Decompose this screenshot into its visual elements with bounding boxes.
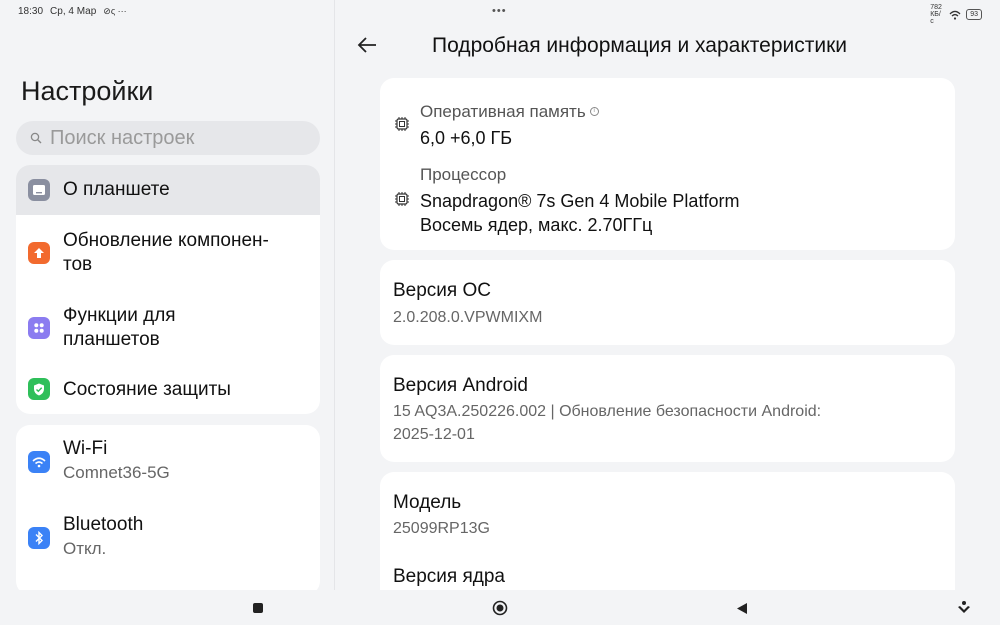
model-card: Модель 25099RP13G Версия ядра bbox=[380, 472, 955, 590]
settings-title: Настройки bbox=[21, 76, 154, 106]
multitask-dots-icon[interactable]: ••• bbox=[492, 5, 507, 17]
sidebar-group-device: О планшете Обновление компонен- тов Функ… bbox=[16, 165, 320, 414]
android-version-card[interactable]: Версия Android 15 AQ3A.250226.002 | Обно… bbox=[380, 355, 955, 462]
hide-nav-button[interactable] bbox=[954, 598, 974, 618]
info-icon[interactable]: i bbox=[589, 107, 599, 116]
ram-label: Оперативная память i bbox=[420, 102, 599, 122]
navigation-bar bbox=[0, 590, 1000, 625]
back-arrow-icon[interactable] bbox=[356, 34, 378, 56]
android-version-line2: 2025-12-01 bbox=[393, 426, 475, 443]
wifi-status-icon bbox=[949, 10, 961, 20]
home-button[interactable] bbox=[490, 598, 510, 618]
settings-sidebar: Настройки О планшете Обновление компонен… bbox=[0, 0, 334, 595]
android-version-label: Версия Android bbox=[393, 375, 528, 396]
ram-label-text: Оперативная память bbox=[420, 102, 586, 121]
square-icon bbox=[253, 603, 263, 613]
sidebar-item-about-tablet[interactable]: О планшете bbox=[16, 165, 320, 215]
shield-check-icon bbox=[28, 378, 50, 400]
search-icon bbox=[30, 132, 42, 144]
sidebar-item-text: Bluetooth Откл. bbox=[63, 513, 143, 561]
label-line2: тов bbox=[63, 254, 93, 275]
panel-divider bbox=[334, 0, 335, 590]
chevron-down-icon bbox=[958, 601, 970, 613]
os-version-card[interactable]: Версия ОС 2.0.208.0.VPWMIXM bbox=[380, 260, 955, 345]
net-speed: 782 КБ/с bbox=[930, 4, 942, 25]
cpu-value-line1: Snapdragon® 7s Gen 4 Mobile Platform bbox=[420, 191, 740, 211]
cpu-label: Процессор bbox=[420, 165, 507, 184]
sidebar-item-label: Состояние защиты bbox=[63, 379, 231, 400]
sidebar-item-protection[interactable]: Состояние защиты bbox=[16, 365, 320, 414]
sidebar-item-label: Обновление компонен- тов bbox=[63, 229, 269, 277]
label-line1: Функции для bbox=[63, 305, 176, 326]
update-arrow-icon bbox=[28, 242, 50, 264]
sidebar-item-tablet-features[interactable]: Функции для планшетов bbox=[16, 290, 320, 365]
battery-icon: 93 bbox=[966, 9, 982, 20]
sidebar-item-update[interactable]: Обновление компонен- тов bbox=[16, 215, 320, 290]
status-right: 782 КБ/с 93 bbox=[930, 4, 982, 25]
cpu-value-line2: Восемь ядер, макс. 2.70ГГц bbox=[420, 215, 653, 235]
wifi-icon bbox=[28, 451, 50, 473]
sidebar-item-label: Wi-Fi bbox=[63, 438, 108, 459]
sidebar-item-label: Bluetooth bbox=[63, 514, 144, 535]
search-bar[interactable] bbox=[16, 121, 320, 155]
model-value: 25099RP13G bbox=[393, 520, 490, 537]
kernel-version-label: Версия ядра bbox=[393, 566, 505, 587]
android-version-line1: 15 AQ3A.250226.002 | Обновление безопасн… bbox=[393, 403, 822, 420]
label-line1: Обновление компонен- bbox=[63, 230, 269, 251]
recents-button[interactable] bbox=[248, 598, 268, 618]
sidebar-item-wifi[interactable]: Wi-Fi Comnet36-5G bbox=[16, 425, 320, 500]
bluetooth-icon bbox=[28, 527, 50, 549]
hardware-card: Оперативная память i 6,0 +6,0 ГБ Процессо… bbox=[380, 78, 955, 250]
tablet-icon bbox=[28, 179, 50, 201]
os-version-value: 2.0.208.0.VPWMIXM bbox=[393, 309, 543, 326]
sidebar-item-label: О планшете bbox=[63, 179, 170, 200]
os-version-label: Версия ОС bbox=[393, 280, 491, 301]
memory-chip-icon bbox=[395, 117, 409, 131]
label-line2: планшетов bbox=[63, 329, 160, 350]
model-label: Модель bbox=[393, 492, 462, 513]
apps-grid-icon bbox=[28, 317, 50, 339]
search-input[interactable] bbox=[50, 126, 300, 150]
back-button[interactable] bbox=[732, 598, 752, 618]
home-circle-icon bbox=[492, 600, 508, 616]
sidebar-item-bluetooth[interactable]: Bluetooth Откл. bbox=[16, 500, 320, 575]
ram-value: 6,0 +6,0 ГБ bbox=[420, 128, 513, 148]
wifi-network-name: Comnet36-5G bbox=[63, 463, 170, 482]
sidebar-group-connections: Wi-Fi Comnet36-5G Bluetooth Откл. bbox=[16, 425, 320, 595]
sidebar-item-label: Функции для планшетов bbox=[63, 304, 176, 352]
triangle-back-icon bbox=[737, 602, 747, 614]
processor-chip-icon bbox=[395, 192, 409, 206]
page-title: Подробная информация и характеристики bbox=[432, 34, 848, 57]
bluetooth-status: Откл. bbox=[63, 539, 107, 558]
sidebar-item-text: Wi-Fi Comnet36-5G bbox=[63, 437, 170, 485]
